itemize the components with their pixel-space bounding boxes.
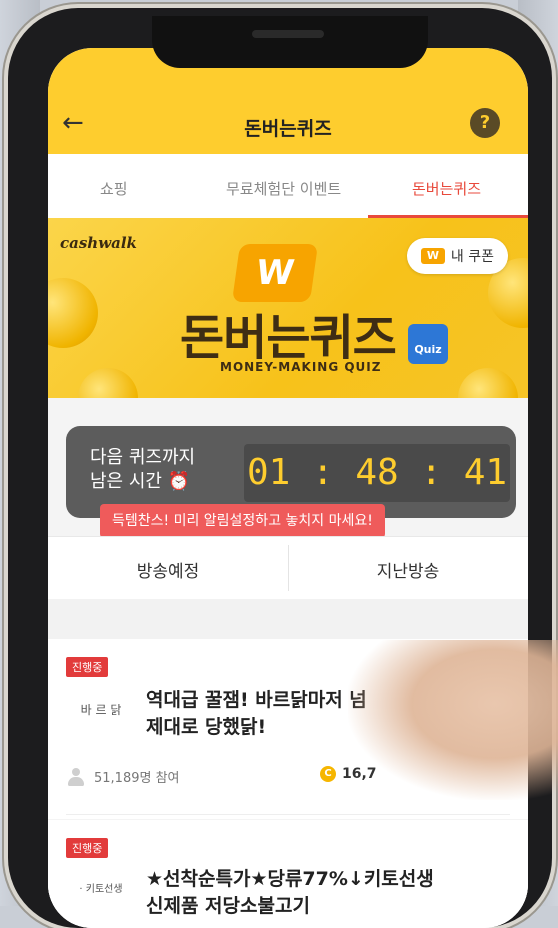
speaker-icon (252, 30, 324, 38)
coin-icon (78, 368, 138, 398)
notification-tip: 득템찬스! 미리 알림설정하고 놓치지 마세요! (100, 504, 385, 545)
participant-count: 51,189명 참여 (94, 771, 180, 786)
w-logo-icon: W (231, 244, 319, 302)
my-coupon-label: 내 쿠폰 (450, 249, 494, 265)
participants-row: 51,189명 참여 (66, 767, 180, 786)
quiz-title-line2: 제대로 당했닭! (146, 716, 267, 738)
tab-free-trial-event[interactable]: 무료체험단 이벤트 (226, 178, 341, 199)
reward-amount: 16,7 (342, 766, 377, 782)
timer-label-line1: 다음 퀴즈까지 (90, 447, 196, 468)
coin-icon: C (320, 766, 336, 782)
tab-money-quiz[interactable]: 돈버는퀴즈 (412, 178, 481, 199)
tab-upcoming[interactable]: 방송예정 (48, 557, 288, 582)
help-icon[interactable]: ? (470, 108, 500, 138)
top-tabs: 쇼핑 무료체험단 이벤트 돈버는퀴즈 (48, 154, 528, 219)
status-badge: 진행중 (66, 657, 109, 677)
page-title: 돈버는퀴즈 (244, 118, 332, 140)
tab-shopping[interactable]: 쇼핑 (100, 178, 128, 199)
phone-notch (152, 16, 428, 68)
phone-frame: ← 돈버는퀴즈 ? 쇼핑 무료체험단 이벤트 돈버는퀴즈 cashwalk W … (8, 8, 552, 928)
quiz-title-line1: 역대급 꿀잼! 바르닭마저 넘 (146, 689, 367, 711)
countdown-display: 01 : 48 : 41 (244, 444, 510, 502)
status-badge: 진행중 (66, 838, 109, 858)
my-coupon-button[interactable]: W 내 쿠폰 (406, 238, 508, 274)
broadcast-tabs: 방송예정 지난방송 (48, 536, 528, 600)
person-icon (66, 767, 86, 786)
quiz-chest-icon: Quiz (408, 324, 448, 364)
quiz-banner: cashwalk W 내 쿠폰 W 돈버는퀴즈 MONEY-MAKING QUI… (48, 218, 528, 398)
quiz-title: ★선착순특가★당류77%↓키토선생 신제품 저당소불고기 (146, 866, 516, 920)
coin-icon (458, 368, 518, 398)
timer-label: 다음 퀴즈까지 남은 시간 ⏰ (90, 446, 195, 494)
app-screen: ← 돈버는퀴즈 ? 쇼핑 무료체험단 이벤트 돈버는퀴즈 cashwalk W … (48, 48, 528, 928)
tab-past[interactable]: 지난방송 (288, 557, 528, 582)
quiz-card[interactable]: 진행중 · 키토선생 ★선착순특가★당류77%↓키토선생 신제품 저당소불고기 (48, 820, 528, 928)
section-gap (48, 599, 528, 639)
divider (66, 814, 510, 815)
quiz-thumbnail: 바 르 닭 (80, 703, 122, 717)
quiz-title-line1: ★선착순특가★당류77%↓키토선생 (146, 868, 434, 890)
coin-icon (48, 278, 98, 348)
cashwalk-logo: cashwalk (60, 234, 137, 252)
coupon-icon: W (420, 248, 445, 264)
banner-title: 돈버는퀴즈 (180, 310, 397, 366)
quiz-title: 역대급 꿀잼! 바르닭마저 넘 제대로 당했닭! (146, 687, 466, 741)
timer-label-line2: 남은 시간 ⏰ (90, 471, 191, 492)
banner-subtitle: MONEY-MAKING QUIZ (220, 360, 382, 374)
reward-row: C 16,7 (320, 766, 377, 782)
quiz-thumbnail: · 키토선생 (79, 884, 123, 895)
quiz-card[interactable]: 진행중 바 르 닭 역대급 꿀잼! 바르닭마저 넘 제대로 당했닭! 51,18… (48, 639, 528, 819)
quiz-title-line2: 신제품 저당소불고기 (146, 895, 310, 917)
